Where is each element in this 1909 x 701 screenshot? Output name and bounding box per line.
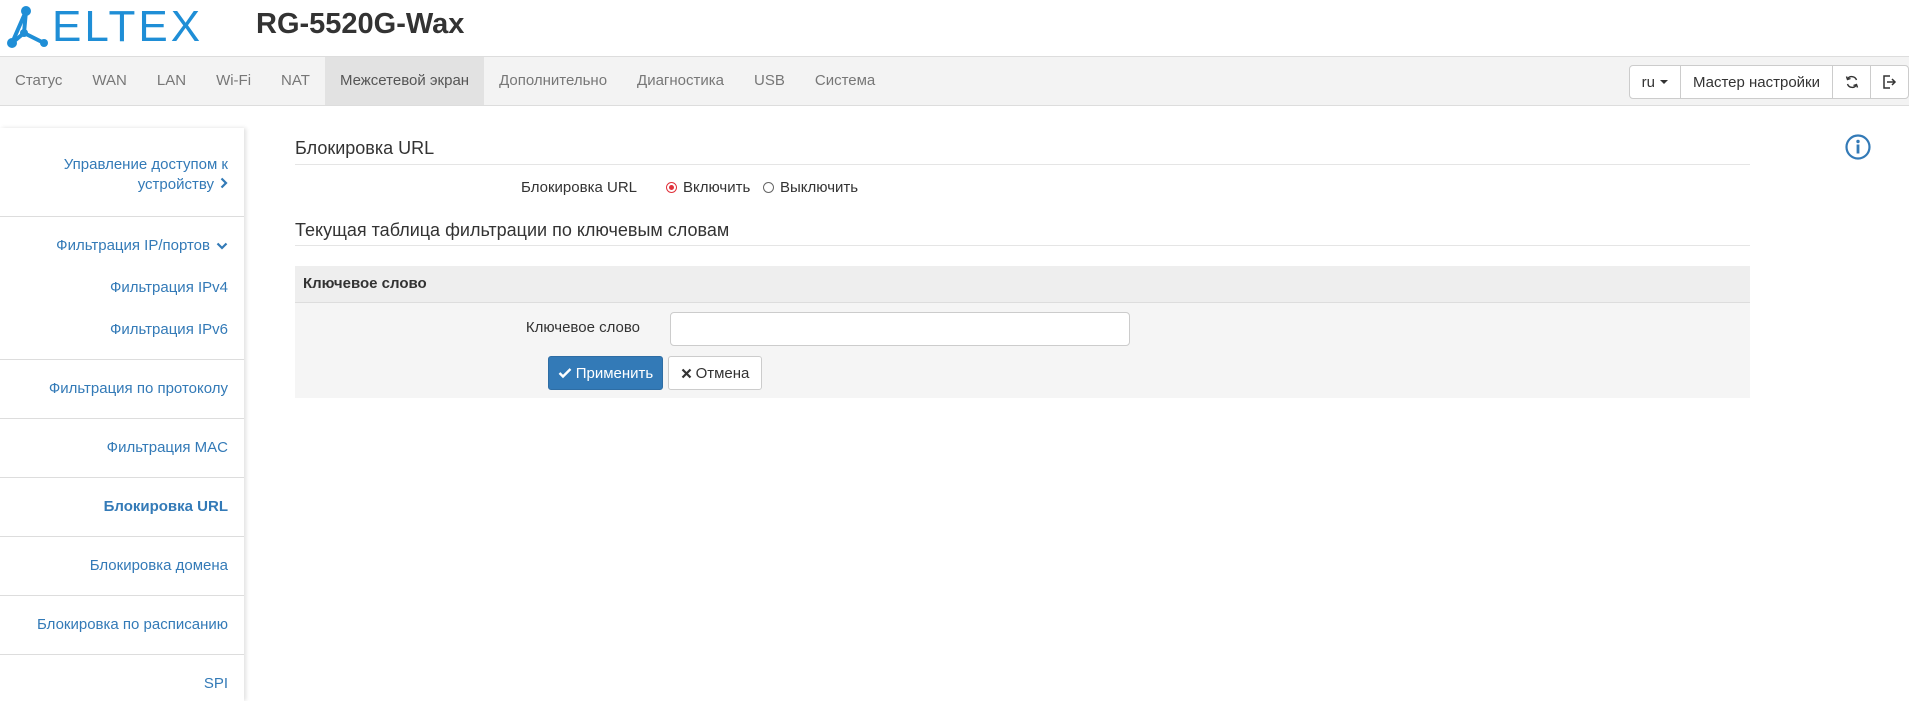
- sidebar-item-label: Фильтрация IP/портов: [56, 237, 210, 254]
- logout-button[interactable]: [1870, 65, 1909, 99]
- panel-header: Ключевое слово: [295, 266, 1750, 303]
- sidebar-item-mac-filter[interactable]: Фильтрация MAC: [0, 438, 244, 458]
- sidebar-divider: [0, 216, 244, 217]
- radio-enable[interactable]: Включить: [666, 179, 750, 196]
- sidebar-divider: [0, 418, 244, 419]
- url-block-label: Блокировка URL: [521, 179, 637, 196]
- sidebar-divider: [0, 477, 244, 478]
- nav-right-buttons: ru Мастер настройки: [1628, 65, 1909, 99]
- sidebar-item-label: Управление доступом к: [63, 156, 228, 173]
- top-navbar: Статус WAN LAN Wi-Fi NAT Межсетевой экра…: [0, 56, 1909, 106]
- sidebar-item-access-control[interactable]: Управление доступом к устройству: [0, 155, 244, 195]
- sidebar-item-ipv6-filter[interactable]: Фильтрация IPv6: [0, 320, 244, 340]
- refresh-icon: [1845, 75, 1858, 89]
- device-model: RG-5520G-Wax: [256, 8, 465, 40]
- cancel-button[interactable]: Отмена: [668, 356, 762, 390]
- tab-usb[interactable]: USB: [739, 57, 800, 105]
- table-title-divider: [295, 245, 1750, 246]
- sidebar-divider: [0, 595, 244, 596]
- chevron-right-icon: [220, 177, 228, 189]
- apply-button[interactable]: Применить: [548, 356, 663, 390]
- table-title: Текущая таблица фильтрации по ключевым с…: [295, 220, 730, 240]
- tab-diagnostics[interactable]: Диагностика: [622, 57, 739, 105]
- sidebar-divider: [0, 654, 244, 655]
- tab-advanced[interactable]: Дополнительно: [484, 57, 622, 105]
- close-icon: [681, 368, 691, 378]
- cancel-button-label: Отмена: [695, 364, 750, 382]
- sidebar-item-protocol-filter[interactable]: Фильтрация по протоколу: [0, 379, 244, 399]
- tab-lan[interactable]: LAN: [142, 57, 201, 105]
- sidebar-item-domain-block[interactable]: Блокировка домена: [0, 556, 244, 576]
- tab-wan[interactable]: WAN: [77, 57, 141, 105]
- keyword-field-label: Ключевое слово: [525, 319, 640, 336]
- eltex-logo-icon: [7, 6, 48, 48]
- tab-firewall[interactable]: Межсетевой экран: [324, 57, 485, 105]
- sidebar-item-ipv4-filter[interactable]: Фильтрация IPv4: [0, 278, 244, 298]
- apply-button-label: Применить: [575, 364, 654, 382]
- radio-disable[interactable]: Выключить: [763, 179, 858, 196]
- sidebar-item-url-block[interactable]: Блокировка URL: [0, 497, 244, 517]
- sidebar-item-label: устройству: [137, 176, 214, 193]
- check-icon: [558, 368, 572, 379]
- keyword-input[interactable]: [670, 312, 1130, 346]
- setup-wizard-button[interactable]: Мастер настройки: [1679, 65, 1833, 99]
- radio-checked-icon: [666, 182, 677, 193]
- tab-status[interactable]: Статус: [0, 57, 77, 105]
- chevron-down-icon: [216, 242, 228, 250]
- tab-wifi[interactable]: Wi-Fi: [201, 57, 266, 105]
- info-icon[interactable]: [1845, 134, 1871, 160]
- sidebar: Управление доступом к устройству Фильтра…: [0, 128, 244, 701]
- refresh-button[interactable]: [1832, 65, 1871, 99]
- caret-down-icon: [1659, 80, 1668, 84]
- sidebar-item-spi[interactable]: SPI: [0, 674, 244, 694]
- tab-nat[interactable]: NAT: [266, 57, 325, 105]
- header: ELTEX RG-5520G-Wax: [0, 0, 1909, 56]
- page-title: Блокировка URL: [295, 138, 435, 158]
- nav-tabs: Статус WAN LAN Wi-Fi NAT Межсетевой экра…: [0, 57, 890, 105]
- sidebar-divider: [0, 359, 244, 360]
- logo-text: ELTEX: [52, 2, 204, 51]
- sidebar-item-schedule-block[interactable]: Блокировка по расписанию: [0, 615, 244, 635]
- tab-system[interactable]: Система: [800, 57, 890, 105]
- radio-unchecked-icon: [763, 182, 774, 193]
- sidebar-divider: [0, 536, 244, 537]
- logout-icon: [1883, 75, 1897, 89]
- panel-header-title: Ключевое слово: [303, 275, 427, 292]
- language-value: ru: [1641, 73, 1655, 91]
- sidebar-item-label-line2: устройству: [0, 175, 228, 195]
- title-divider: [295, 164, 1750, 165]
- radio-disable-label: Выключить: [780, 179, 859, 196]
- eltex-logo[interactable]: ELTEX: [4, 4, 203, 50]
- language-dropdown[interactable]: ru: [1628, 65, 1681, 99]
- sidebar-item-ip-port-filter[interactable]: Фильтрация IP/портов: [0, 236, 244, 256]
- radio-enable-label: Включить: [683, 179, 751, 196]
